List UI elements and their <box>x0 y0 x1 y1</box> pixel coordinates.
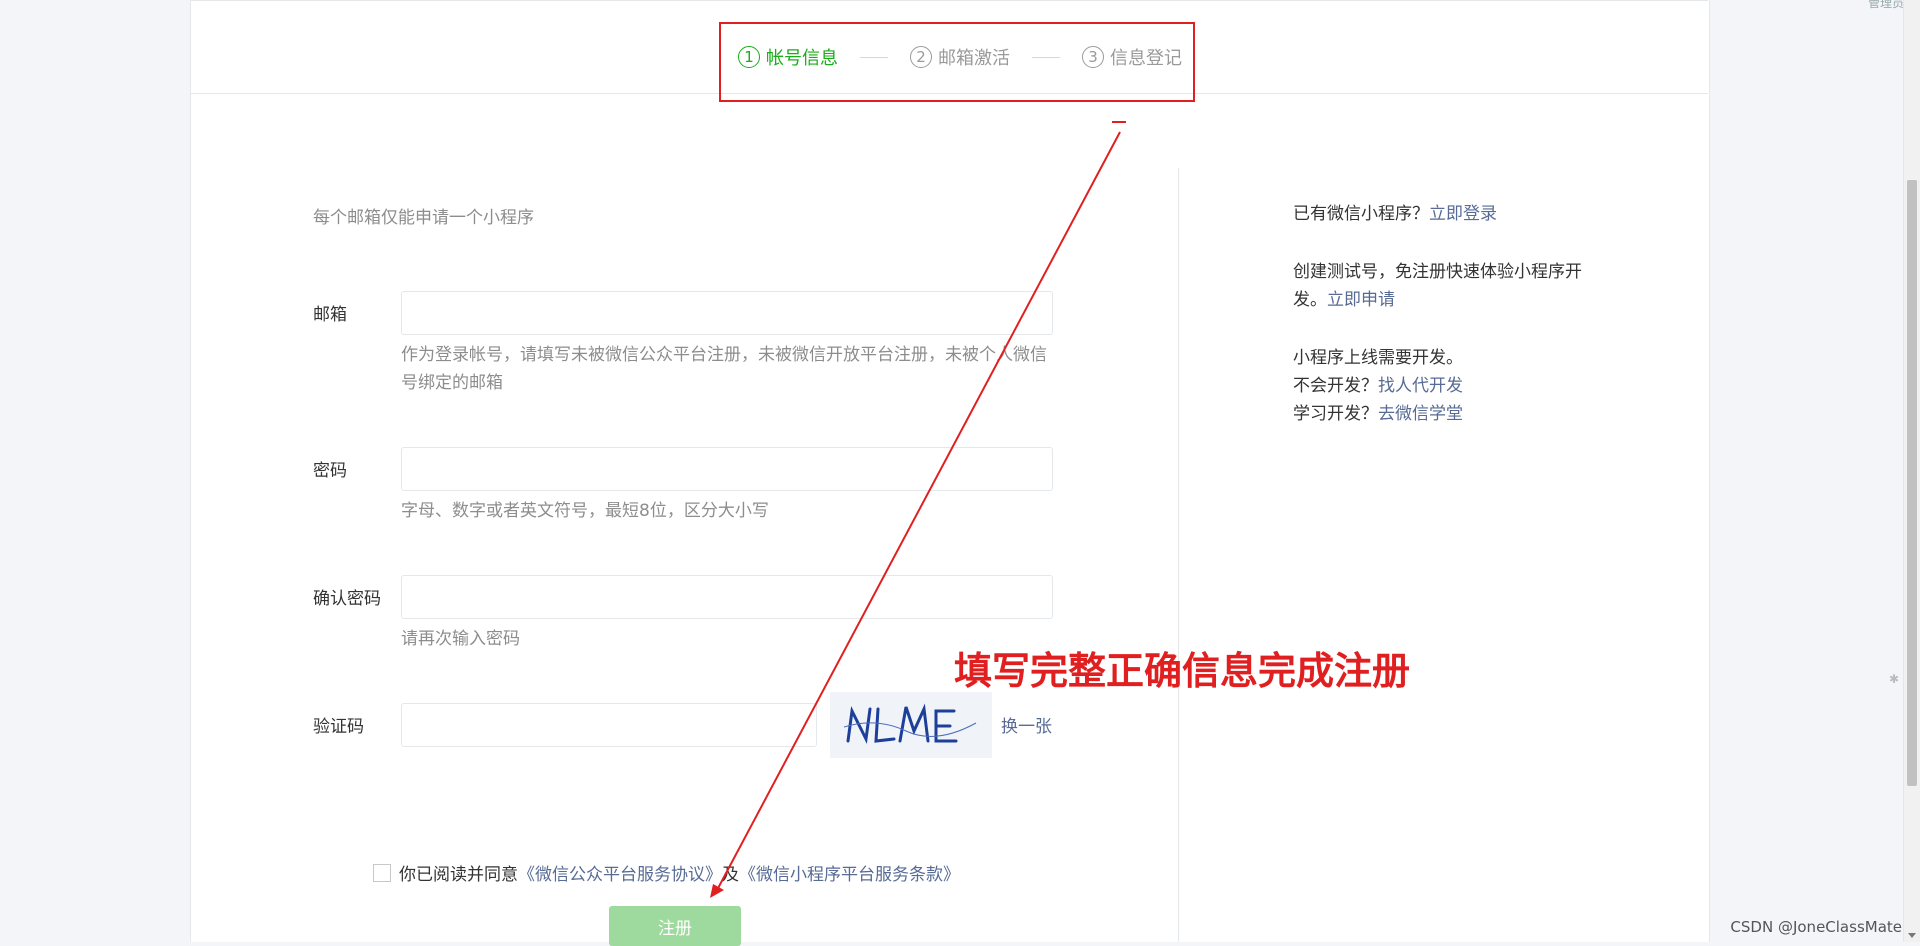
learn-link[interactable]: 去微信学堂 <box>1378 404 1463 424</box>
password-input[interactable] <box>401 447 1053 491</box>
learn-question: 学习开发？ <box>1293 404 1378 424</box>
agreement-checkbox[interactable] <box>373 863 391 882</box>
login-row: 已有微信小程序？立即登录 <box>1293 200 1497 228</box>
outsource-row: 不会开发？找人代开发 <box>1293 372 1463 400</box>
confirm-password-label: 确认密码 <box>313 589 381 609</box>
email-input[interactable] <box>401 291 1053 335</box>
captcha-image[interactable]: NLME <box>830 692 992 758</box>
corner-text: 管理员 <box>1867 0 1904 10</box>
test-account-row: 创建测试号，免注册快速体验小程序开发。立即申请 <box>1293 258 1613 314</box>
watermark: CSDN @JoneClassMate <box>1730 918 1902 936</box>
password-label: 密码 <box>313 461 347 481</box>
form-tip: 每个邮箱仅能申请一个小程序 <box>313 208 534 228</box>
agreement-and: 及 <box>722 865 739 885</box>
top-border <box>190 0 1708 1</box>
login-question: 已有微信小程序？ <box>1293 204 1429 224</box>
annotation-box <box>719 22 1195 102</box>
agreement-row: 你已阅读并同意 《微信公众平台服务协议》 及 《微信小程序平台服务条款》 <box>373 860 960 885</box>
confirm-password-input[interactable] <box>401 575 1053 619</box>
password-hint: 字母、数字或者英文符号，最短8位，区分大小写 <box>401 501 769 521</box>
column-divider <box>1178 168 1179 942</box>
refresh-captcha-link[interactable]: 换一张 <box>1001 712 1052 737</box>
captcha-glyphs: NLME <box>843 703 977 752</box>
annotation-text: 填写完整正确信息完成注册 <box>954 649 1411 693</box>
pin-icon: ✱ <box>1889 672 1900 686</box>
test-account-link[interactable]: 立即申请 <box>1327 290 1395 310</box>
agreement-prefix: 你已阅读并同意 <box>399 865 518 885</box>
email-hint: 作为登录帐号，请填写未被微信公众平台注册，未被微信开放平台注册，未被个人微信号绑… <box>401 345 1047 393</box>
register-button[interactable]: 注册 <box>609 906 741 946</box>
learn-row: 学习开发？去微信学堂 <box>1293 400 1463 428</box>
email-label: 邮箱 <box>313 305 347 325</box>
dev-need-text: 小程序上线需要开发。 <box>1293 348 1463 368</box>
service-agreement-link[interactable]: 《微信公众平台服务协议》 <box>518 860 722 885</box>
captcha-alt: NLME <box>908 750 914 752</box>
miniprogram-terms-link[interactable]: 《微信小程序平台服务条款》 <box>739 860 960 885</box>
scrollbar-thumb[interactable] <box>1907 180 1917 786</box>
captcha-input[interactable] <box>401 703 817 747</box>
scroll-down-icon[interactable] <box>1908 933 1916 938</box>
page-scrollbar[interactable] <box>1903 0 1920 942</box>
captcha-label: 验证码 <box>313 717 364 737</box>
annotation-mark <box>1112 121 1126 123</box>
login-link[interactable]: 立即登录 <box>1429 204 1497 224</box>
outsource-question: 不会开发？ <box>1293 376 1378 396</box>
outsource-link[interactable]: 找人代开发 <box>1378 376 1463 396</box>
